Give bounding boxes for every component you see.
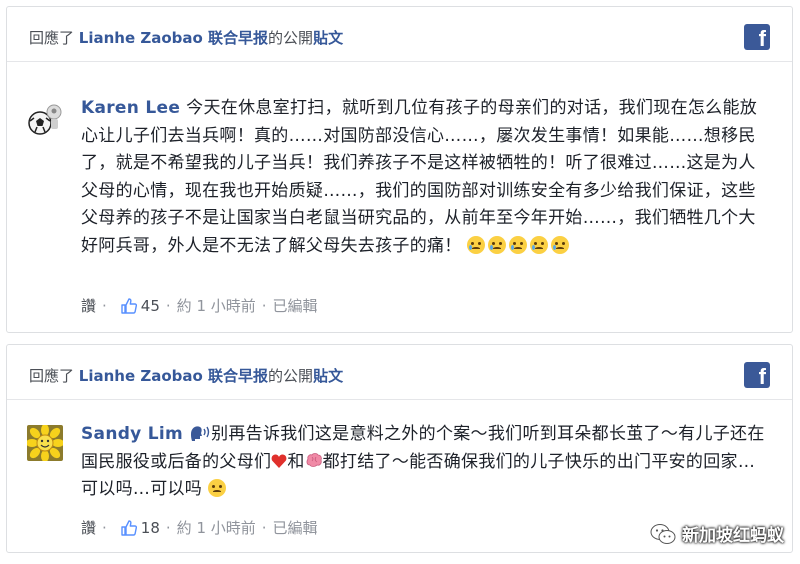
like-button[interactable]: 讚 <box>81 295 96 316</box>
like-count[interactable]: 18 <box>141 519 160 537</box>
reply-middle: 的公開 <box>268 367 314 385</box>
reply-middle: 的公開 <box>268 29 314 47</box>
edited-label[interactable]: 已編輯 <box>273 517 318 538</box>
like-count[interactable]: 45 <box>141 297 160 315</box>
comment-body: Sandy Lim 别再告诉我们这是意料之外的个案～我们听到耳朵都长茧了～有儿子… <box>81 421 771 504</box>
speaking-head-icon <box>191 426 210 441</box>
meta-separator: · <box>102 296 107 315</box>
disappointed-face-emoji-icon <box>207 479 226 497</box>
crying-face-emoji-icon <box>509 235 528 254</box>
crying-face-emoji-icon <box>530 235 549 254</box>
watermark-text: 新加坡红蚂蚁 <box>682 526 784 546</box>
thumbs-up-icon <box>121 519 137 536</box>
meta-separator: · <box>102 518 107 537</box>
reply-prefix: 回應了 <box>29 29 79 47</box>
post-link[interactable]: 貼文 <box>313 367 343 385</box>
facebook-icon[interactable]: f <box>744 362 770 388</box>
page-name-link[interactable]: Lianhe Zaobao 联合早报 <box>79 367 268 385</box>
comment-author[interactable]: Sandy Lim <box>81 424 183 444</box>
thumbs-up-icon <box>121 297 137 314</box>
comment-author[interactable]: Karen Lee <box>81 98 180 118</box>
sunflower-avatar-icon <box>27 425 63 461</box>
timestamp[interactable]: 約 1 小時前 <box>177 517 256 538</box>
comment-body: Karen Lee 今天在休息室打扫，就听到几位有孩子的母亲们的对话，我们现在怎么… <box>81 95 771 260</box>
reply-context: 回應了 Lianhe Zaobao 联合早报的公開貼文 <box>29 365 343 386</box>
edited-label[interactable]: 已編輯 <box>273 295 318 316</box>
watermark: 新加坡红蚂蚁 <box>650 521 784 546</box>
timestamp[interactable]: 約 1 小時前 <box>177 295 256 316</box>
meta-separator: · <box>261 296 267 315</box>
reply-context: 回應了 Lianhe Zaobao 联合早报的公開貼文 <box>29 27 343 48</box>
comment-meta: 讚 · 45 · 約 1 小時前 · 已編輯 <box>81 295 318 316</box>
facebook-icon[interactable]: f <box>744 24 770 50</box>
meta-separator: · <box>165 518 171 537</box>
reply-prefix: 回應了 <box>29 367 79 385</box>
meta-separator: · <box>261 518 267 537</box>
avatar[interactable] <box>27 425 63 461</box>
crying-face-emoji-icon <box>467 235 486 254</box>
comment-meta: 讚 · 18 · 約 1 小時前 · 已編輯 <box>81 517 318 538</box>
like-button[interactable]: 讚 <box>81 517 96 538</box>
crying-face-emoji-icon <box>488 235 507 254</box>
brain-icon <box>306 452 322 467</box>
comment-text: 今天在休息室打扫，就听到几位有孩子的母亲们的对话，我们现在怎么能放心让儿子们去当… <box>81 98 758 256</box>
comment-text-part: 和 <box>287 451 305 472</box>
red-heart-icon <box>271 454 287 468</box>
card-header: 回應了 Lianhe Zaobao 联合早报的公開貼文 f <box>7 345 792 400</box>
meta-separator: · <box>165 296 171 315</box>
wechat-icon <box>650 523 676 544</box>
page-name-link[interactable]: Lianhe Zaobao 联合早报 <box>79 29 268 47</box>
soccer-ball-avatar-icon <box>27 101 63 137</box>
comment-card: 回應了 Lianhe Zaobao 联合早报的公開貼文 f Karen Lee 今… <box>6 6 793 333</box>
crying-face-emoji-icon <box>551 235 570 254</box>
post-link[interactable]: 貼文 <box>313 29 343 47</box>
avatar[interactable] <box>27 101 63 137</box>
card-header: 回應了 Lianhe Zaobao 联合早报的公開貼文 f <box>7 7 792 62</box>
